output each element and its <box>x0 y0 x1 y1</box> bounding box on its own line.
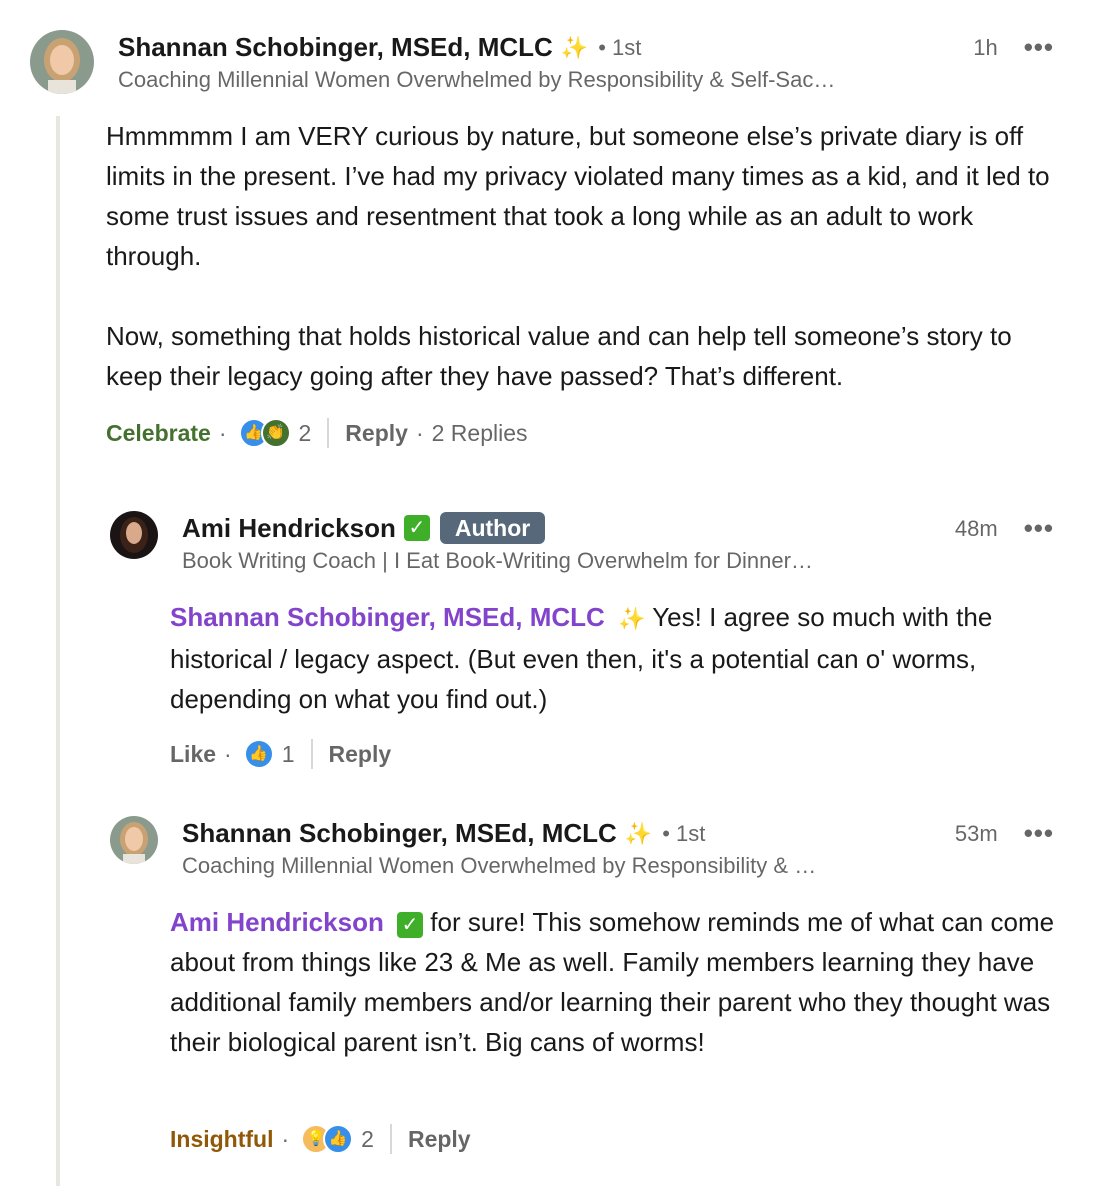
reply-actions: Like · 👍 1 Reply <box>170 739 391 769</box>
avatar-photo <box>110 511 158 559</box>
author-name[interactable]: Shannan Schobinger, MSEd, MCLC <box>118 32 553 63</box>
avatar-photo <box>110 816 158 864</box>
reaction-button[interactable]: Like <box>170 741 216 768</box>
comment-meta: 1h ••• <box>973 32 1054 63</box>
reply-actions: Insightful · 💡 👍 2 Reply <box>170 1124 471 1154</box>
more-options-icon[interactable]: ••• <box>1024 818 1054 849</box>
separator-dot: · <box>415 419 424 446</box>
avatar[interactable] <box>110 511 158 559</box>
separator-dot: · <box>281 1125 290 1152</box>
comment-paragraph: Now, something that holds historical val… <box>106 321 1012 391</box>
mention-link[interactable]: Ami Hendrickson <box>170 907 384 937</box>
like-icon: 👍 <box>243 739 274 769</box>
reaction-icons[interactable]: 👍 👏 <box>238 418 291 448</box>
separator-dot: · <box>218 419 227 446</box>
mention-link[interactable]: Shannan Schobinger, MSEd, MCLC <box>170 602 605 632</box>
reaction-icons[interactable]: 💡 👍 <box>301 1124 354 1154</box>
timestamp: 1h <box>973 34 998 60</box>
timestamp: 53m <box>954 820 998 846</box>
reply-button[interactable]: Reply <box>345 420 408 447</box>
divider <box>389 1124 392 1154</box>
reply-header: Ami Hendrickson ✓ Author Book Writing Co… <box>182 512 912 574</box>
reply-body: Shannan Schobinger, MSEd, MCLC ✨ Yes! I … <box>170 597 1070 719</box>
author-name[interactable]: Ami Hendrickson <box>182 513 396 544</box>
author-headline: Coaching Millennial Women Overwhelmed by… <box>182 853 817 878</box>
reply-button[interactable]: Reply <box>408 1126 471 1153</box>
author-name[interactable]: Shannan Schobinger, MSEd, MCLC <box>182 818 617 849</box>
verified-icon: ✓ <box>403 515 430 541</box>
timestamp: 48m <box>954 515 998 541</box>
reaction-button[interactable]: Celebrate <box>106 420 211 447</box>
reply-header: Shannan Schobinger, MSEd, MCLC ✨ • 1st C… <box>182 818 912 879</box>
more-options-icon[interactable]: ••• <box>1024 513 1054 544</box>
reaction-count[interactable]: 2 <box>361 1126 374 1153</box>
reply-meta: 53m ••• <box>955 818 1054 849</box>
avatar[interactable] <box>30 30 94 94</box>
replies-link[interactable]: 2 Replies <box>432 420 528 447</box>
separator-dot: · <box>224 740 232 767</box>
sparkle-icon: ✨ <box>624 820 653 846</box>
like-icon: 👍 <box>323 1124 354 1154</box>
reaction-button[interactable]: Insightful <box>170 1126 273 1153</box>
comment-paragraph: Hmmmmm I am VERY curious by nature, but … <box>106 121 1050 271</box>
sparkle-icon: ✨ <box>618 606 646 631</box>
reply-button[interactable]: Reply <box>329 741 392 768</box>
sparkle-icon: ✨ <box>560 34 589 60</box>
verified-icon: ✓ <box>397 912 424 938</box>
thread-line <box>56 116 60 1186</box>
avatar[interactable] <box>110 816 158 864</box>
comment-actions: Celebrate · 👍 👏 2 Reply · 2 Replies <box>106 418 528 448</box>
author-headline: Book Writing Coach | I Eat Book-Writing … <box>182 548 813 573</box>
reply-meta: 48m ••• <box>955 513 1054 544</box>
more-options-icon[interactable]: ••• <box>1024 32 1054 63</box>
author-headline: Coaching Millennial Women Overwhelmed by… <box>118 67 836 92</box>
connection-degree: • 1st <box>662 820 706 846</box>
author-badge: Author <box>439 512 546 544</box>
reaction-count[interactable]: 2 <box>299 420 312 447</box>
connection-degree: • 1st <box>598 34 642 60</box>
divider <box>327 418 330 448</box>
celebrate-icon: 👏 <box>260 418 291 448</box>
comment-header: Shannan Schobinger, MSEd, MCLC ✨ • 1st C… <box>118 32 948 93</box>
comment-body: Hmmmmm I am VERY curious by nature, but … <box>106 116 1066 396</box>
reaction-count[interactable]: 1 <box>282 741 295 768</box>
divider <box>310 739 313 769</box>
reaction-icons[interactable]: 👍 <box>243 739 274 769</box>
avatar-photo <box>30 30 94 94</box>
reply-body: Ami Hendrickson ✓ for sure! This somehow… <box>170 902 1075 1062</box>
